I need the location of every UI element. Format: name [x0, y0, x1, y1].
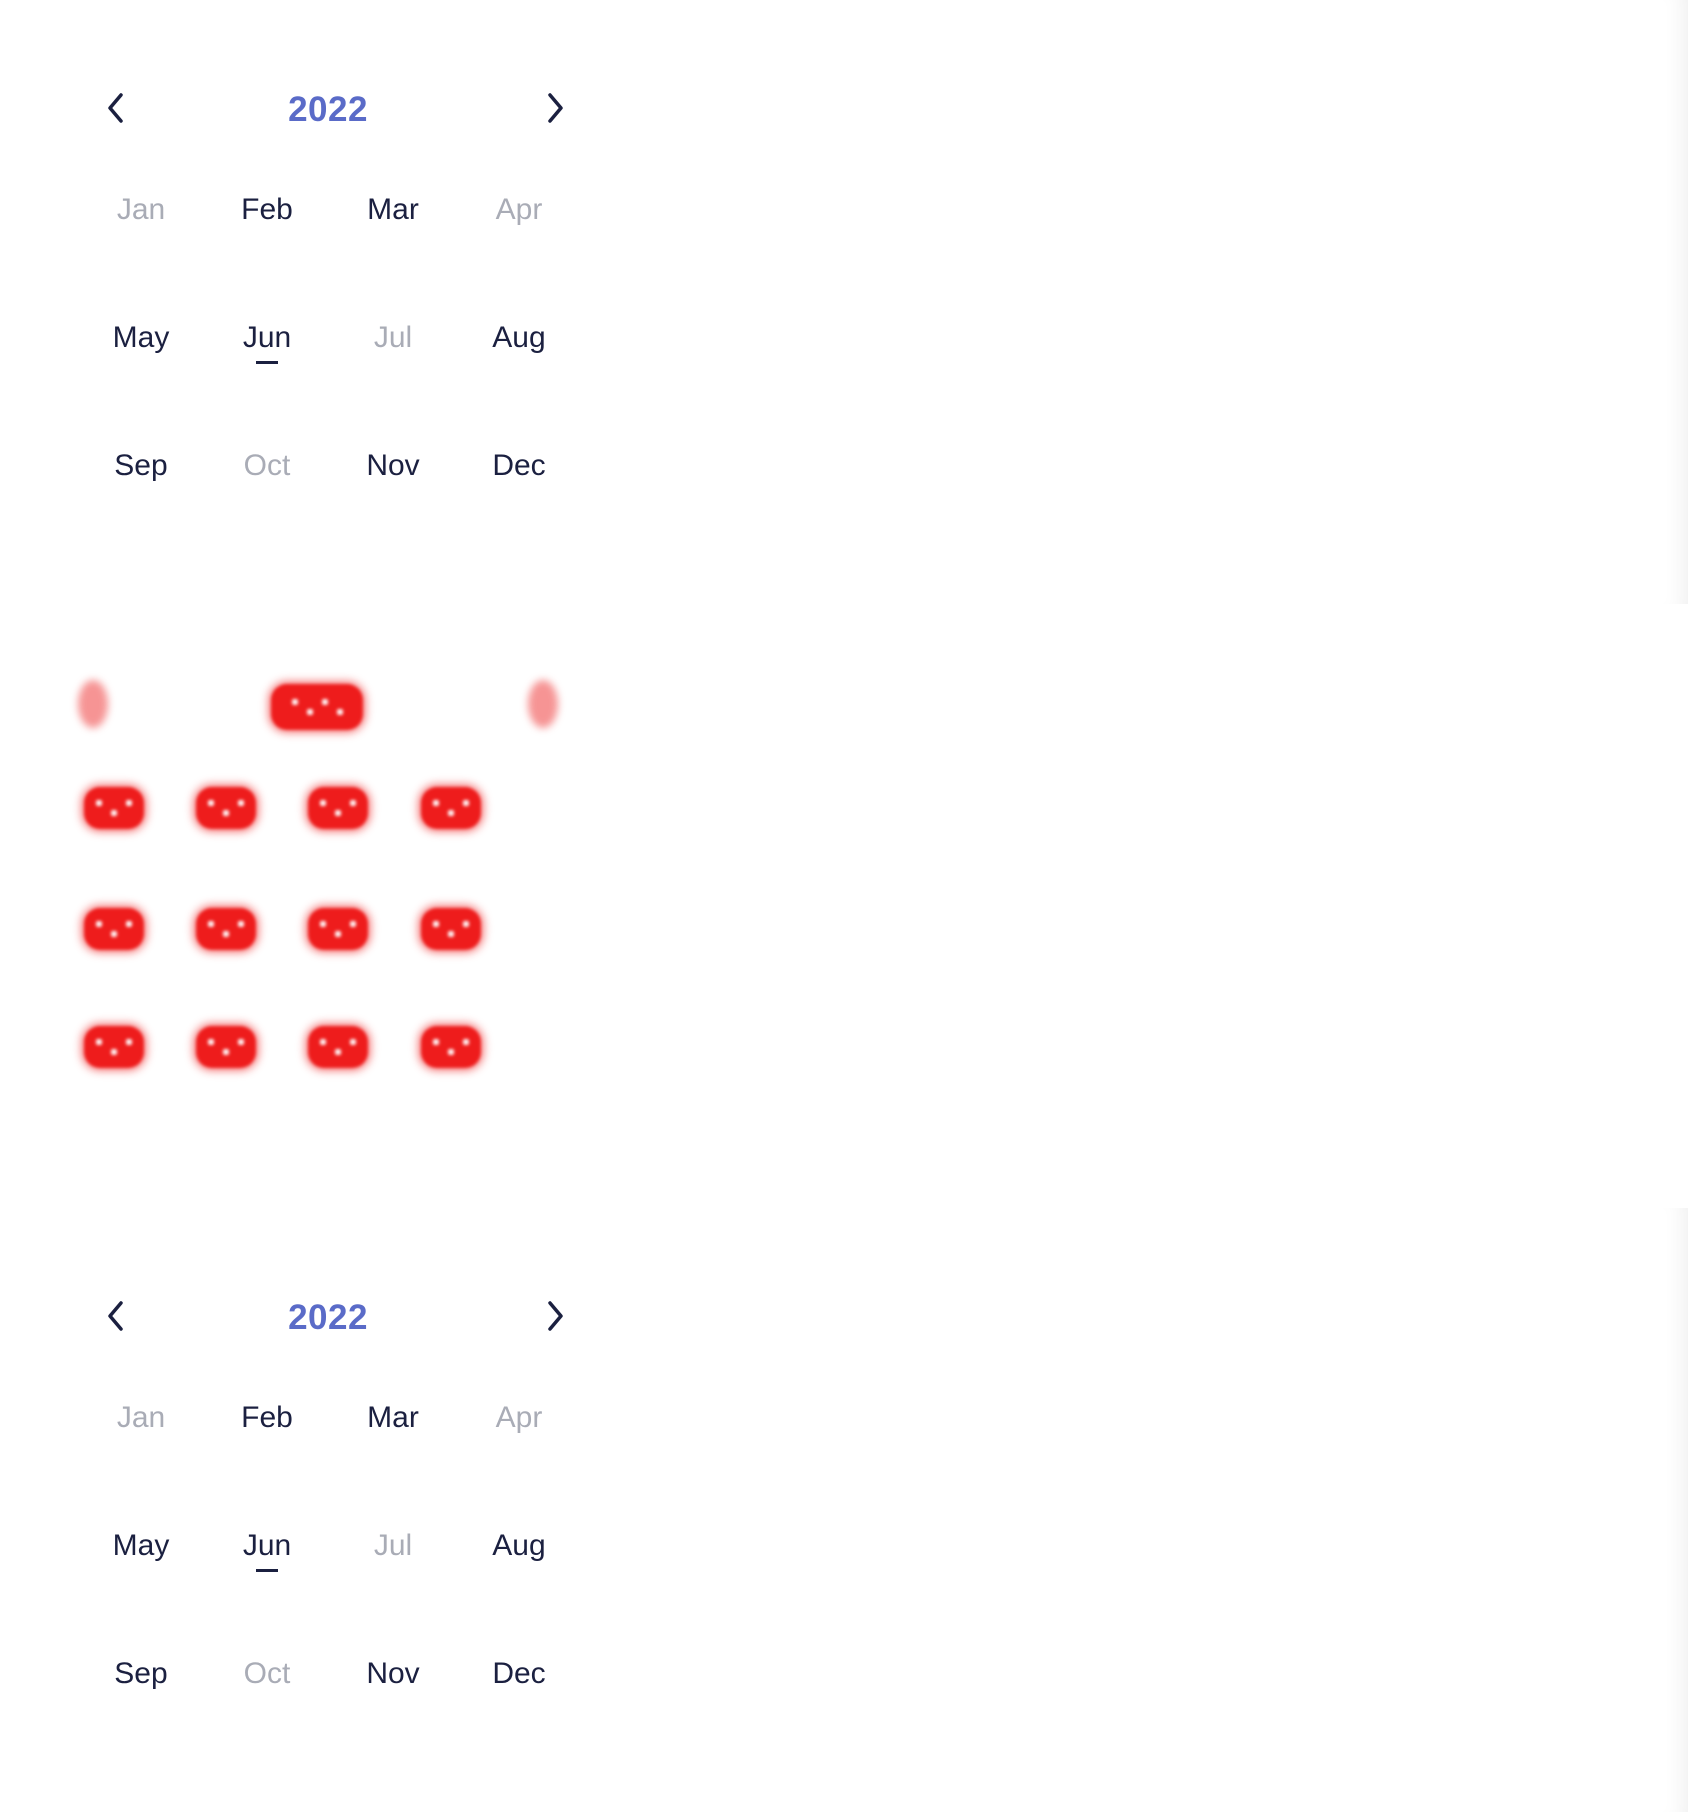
month-label: Apr — [495, 193, 543, 226]
mask-year — [271, 684, 363, 730]
month-label: Dec — [492, 1657, 546, 1690]
month-picker: 2022 Jan Feb Mar Apr May Jun Jul Aug Sep Oct Nov De… — [78, 60, 598, 482]
chevron-left-icon — [108, 93, 123, 123]
month-label: Nov — [366, 449, 420, 482]
month-cell-oct: Oct — [204, 444, 330, 572]
month-cell-feb[interactable]: Feb — [204, 1396, 330, 1524]
month-cell-mar[interactable]: Mar — [330, 188, 456, 316]
month-cell-apr: Apr — [456, 188, 582, 316]
picker-header: 2022 — [78, 1268, 598, 1368]
month-cell-jul: Jul — [330, 1524, 456, 1652]
month-label: May — [112, 1529, 170, 1562]
month-label: Sep — [114, 1657, 168, 1690]
months-grid: Jan Feb Mar Apr May Jun Jul Aug Sep Oct Nov Dec — [78, 188, 598, 572]
mask-month-jan — [84, 787, 144, 829]
month-cell-may[interactable]: May — [78, 1524, 204, 1652]
chevron-right-icon — [548, 93, 563, 123]
prev-year-button[interactable] — [96, 88, 136, 128]
month-label: Mar — [367, 193, 419, 226]
current-month-indicator — [256, 1569, 278, 1572]
current-month-indicator — [256, 361, 278, 364]
mask-month-jun — [196, 908, 256, 950]
month-label: Feb — [241, 1401, 293, 1434]
month-cell-apr: Apr — [456, 1396, 582, 1524]
mask-month-sep — [84, 1026, 144, 1068]
next-year-button[interactable] — [535, 1296, 575, 1336]
month-label: Oct — [243, 449, 291, 482]
mask-panel — [0, 604, 1688, 1208]
month-cell-dec[interactable]: Dec — [456, 444, 582, 572]
month-cell-sep[interactable]: Sep — [78, 444, 204, 572]
month-label: Feb — [241, 193, 293, 226]
month-cell-aug[interactable]: Aug — [456, 1524, 582, 1652]
mask-month-mar — [308, 787, 368, 829]
month-cell-may[interactable]: May — [78, 316, 204, 444]
picker-header: 2022 — [78, 60, 598, 160]
chevron-right-icon — [548, 1301, 563, 1331]
month-cell-oct: Oct — [204, 1652, 330, 1780]
month-cell-nov[interactable]: Nov — [330, 1652, 456, 1780]
month-label: Jul — [373, 321, 413, 354]
months-grid: Jan Feb Mar Apr May Jun Jul Aug Sep Oct Nov Dec — [78, 1396, 598, 1780]
month-label: Jun — [242, 1529, 292, 1562]
month-cell-mar[interactable]: Mar — [330, 1396, 456, 1524]
month-label: Aug — [492, 1529, 546, 1562]
prev-year-button[interactable] — [96, 1296, 136, 1336]
month-cell-jan: Jan — [78, 188, 204, 316]
month-cell-jun[interactable]: Jun — [204, 1524, 330, 1652]
month-cell-dec[interactable]: Dec — [456, 1652, 582, 1780]
mask-month-may — [84, 908, 144, 950]
month-label: Jul — [373, 1529, 413, 1562]
month-cell-sep[interactable]: Sep — [78, 1652, 204, 1780]
month-label: Dec — [492, 449, 546, 482]
mask-month-dec — [421, 1026, 481, 1068]
month-cell-jun[interactable]: Jun — [204, 316, 330, 444]
mask-month-oct — [196, 1026, 256, 1068]
month-cell-jan: Jan — [78, 1396, 204, 1524]
next-year-button[interactable] — [535, 88, 575, 128]
month-picker-panel-top: 2022 Jan Feb Mar Apr May Jun Jul Aug Sep Oct Nov De… — [0, 0, 1688, 604]
year-label[interactable]: 2022 — [253, 1298, 403, 1338]
month-label: Aug — [492, 321, 546, 354]
month-label: Mar — [367, 1401, 419, 1434]
mask-month-jul — [308, 908, 368, 950]
mask-month-feb — [196, 787, 256, 829]
mask-prev-arrow — [78, 680, 108, 728]
month-label: Jun — [242, 321, 292, 354]
year-label[interactable]: 2022 — [253, 90, 403, 130]
month-cell-jul: Jul — [330, 316, 456, 444]
page: 2022 Jan Feb Mar Apr May Jun Jul Aug Sep Oct Nov De… — [0, 0, 1688, 1812]
month-cell-feb[interactable]: Feb — [204, 188, 330, 316]
month-label: Apr — [495, 1401, 543, 1434]
mask-month-aug — [421, 908, 481, 950]
month-label: May — [112, 321, 170, 354]
month-picker: 2022 Jan Feb Mar Apr May Jun Jul Aug Sep Oct Nov De… — [78, 1268, 598, 1690]
month-label: Jan — [116, 193, 166, 226]
month-cell-aug[interactable]: Aug — [456, 316, 582, 444]
month-label: Oct — [243, 1657, 291, 1690]
mask-month-apr — [421, 787, 481, 829]
chevron-left-icon — [108, 1301, 123, 1331]
mask-month-nov — [308, 1026, 368, 1068]
month-label: Sep — [114, 449, 168, 482]
month-label: Nov — [366, 1657, 420, 1690]
month-cell-nov[interactable]: Nov — [330, 444, 456, 572]
month-picker-panel-bottom: 2022 Jan Feb Mar Apr May Jun Jul Aug Sep Oct Nov De… — [0, 1208, 1688, 1812]
month-label: Jan — [116, 1401, 166, 1434]
mask-next-arrow — [528, 680, 558, 728]
